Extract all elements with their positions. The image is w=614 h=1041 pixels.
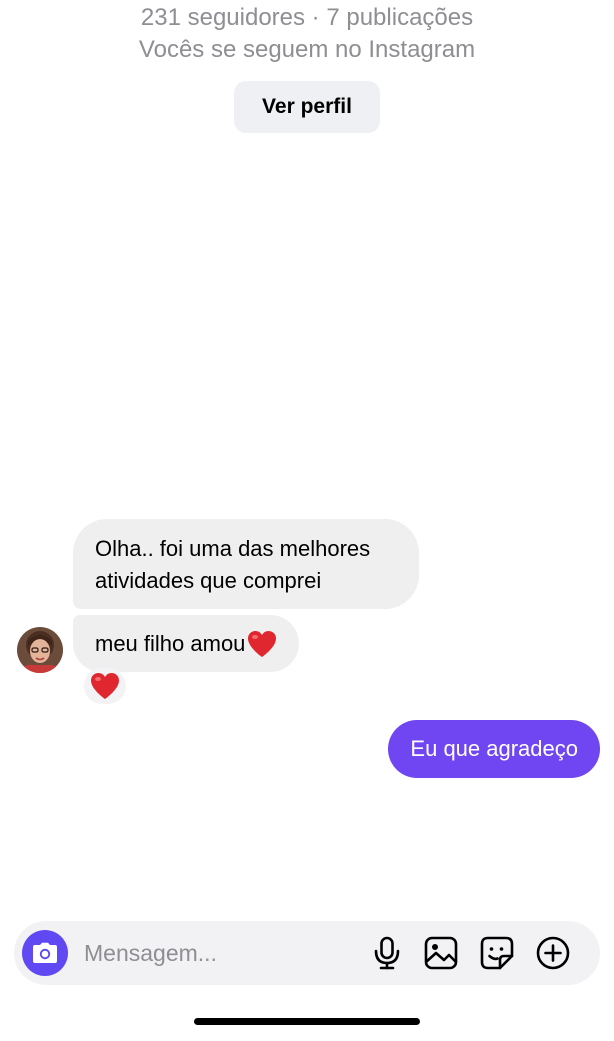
avatar[interactable]	[17, 627, 63, 673]
incoming-message-bubble[interactable]: meu filho amou	[73, 615, 300, 672]
microphone-icon	[372, 936, 402, 970]
message-text-line: Olha.. foi uma das melhores	[95, 536, 371, 561]
more-options-button[interactable]	[535, 935, 571, 971]
follow-status-text: Vocês se seguem no Instagram	[138, 36, 476, 63]
camera-button[interactable]	[22, 930, 68, 976]
chat-screen: 231 seguidores · 7 publicações Vocês se …	[0, 0, 614, 1041]
heart-reaction-icon	[90, 672, 120, 700]
message-text-line: atividades que comprei	[95, 568, 322, 593]
gallery-icon	[424, 936, 458, 970]
plus-circle-icon	[536, 936, 570, 970]
message-text: Eu que agradeço	[410, 736, 578, 761]
gallery-button[interactable]	[423, 935, 459, 971]
message-text: meu filho amou	[95, 630, 246, 656]
microphone-button[interactable]	[369, 935, 405, 971]
sticker-icon	[480, 936, 514, 970]
heart-emoji-icon	[247, 630, 277, 658]
profile-stats-text: 231 seguidores · 7 publicações	[140, 4, 474, 31]
view-profile-button[interactable]: Ver perfil	[234, 81, 380, 133]
heart-reaction[interactable]	[84, 668, 126, 704]
outgoing-message-bubble[interactable]: Eu que agradeço	[388, 720, 600, 778]
sticker-button[interactable]	[479, 935, 515, 971]
home-indicator[interactable]	[194, 1018, 420, 1025]
incoming-message-bubble[interactable]: Olha.. foi uma das melhores atividades q…	[73, 519, 419, 609]
message-input[interactable]	[84, 933, 354, 973]
camera-icon	[32, 942, 58, 964]
message-composer	[14, 921, 600, 985]
profile-header: 231 seguidores · 7 publicações Vocês se …	[0, 2, 614, 66]
